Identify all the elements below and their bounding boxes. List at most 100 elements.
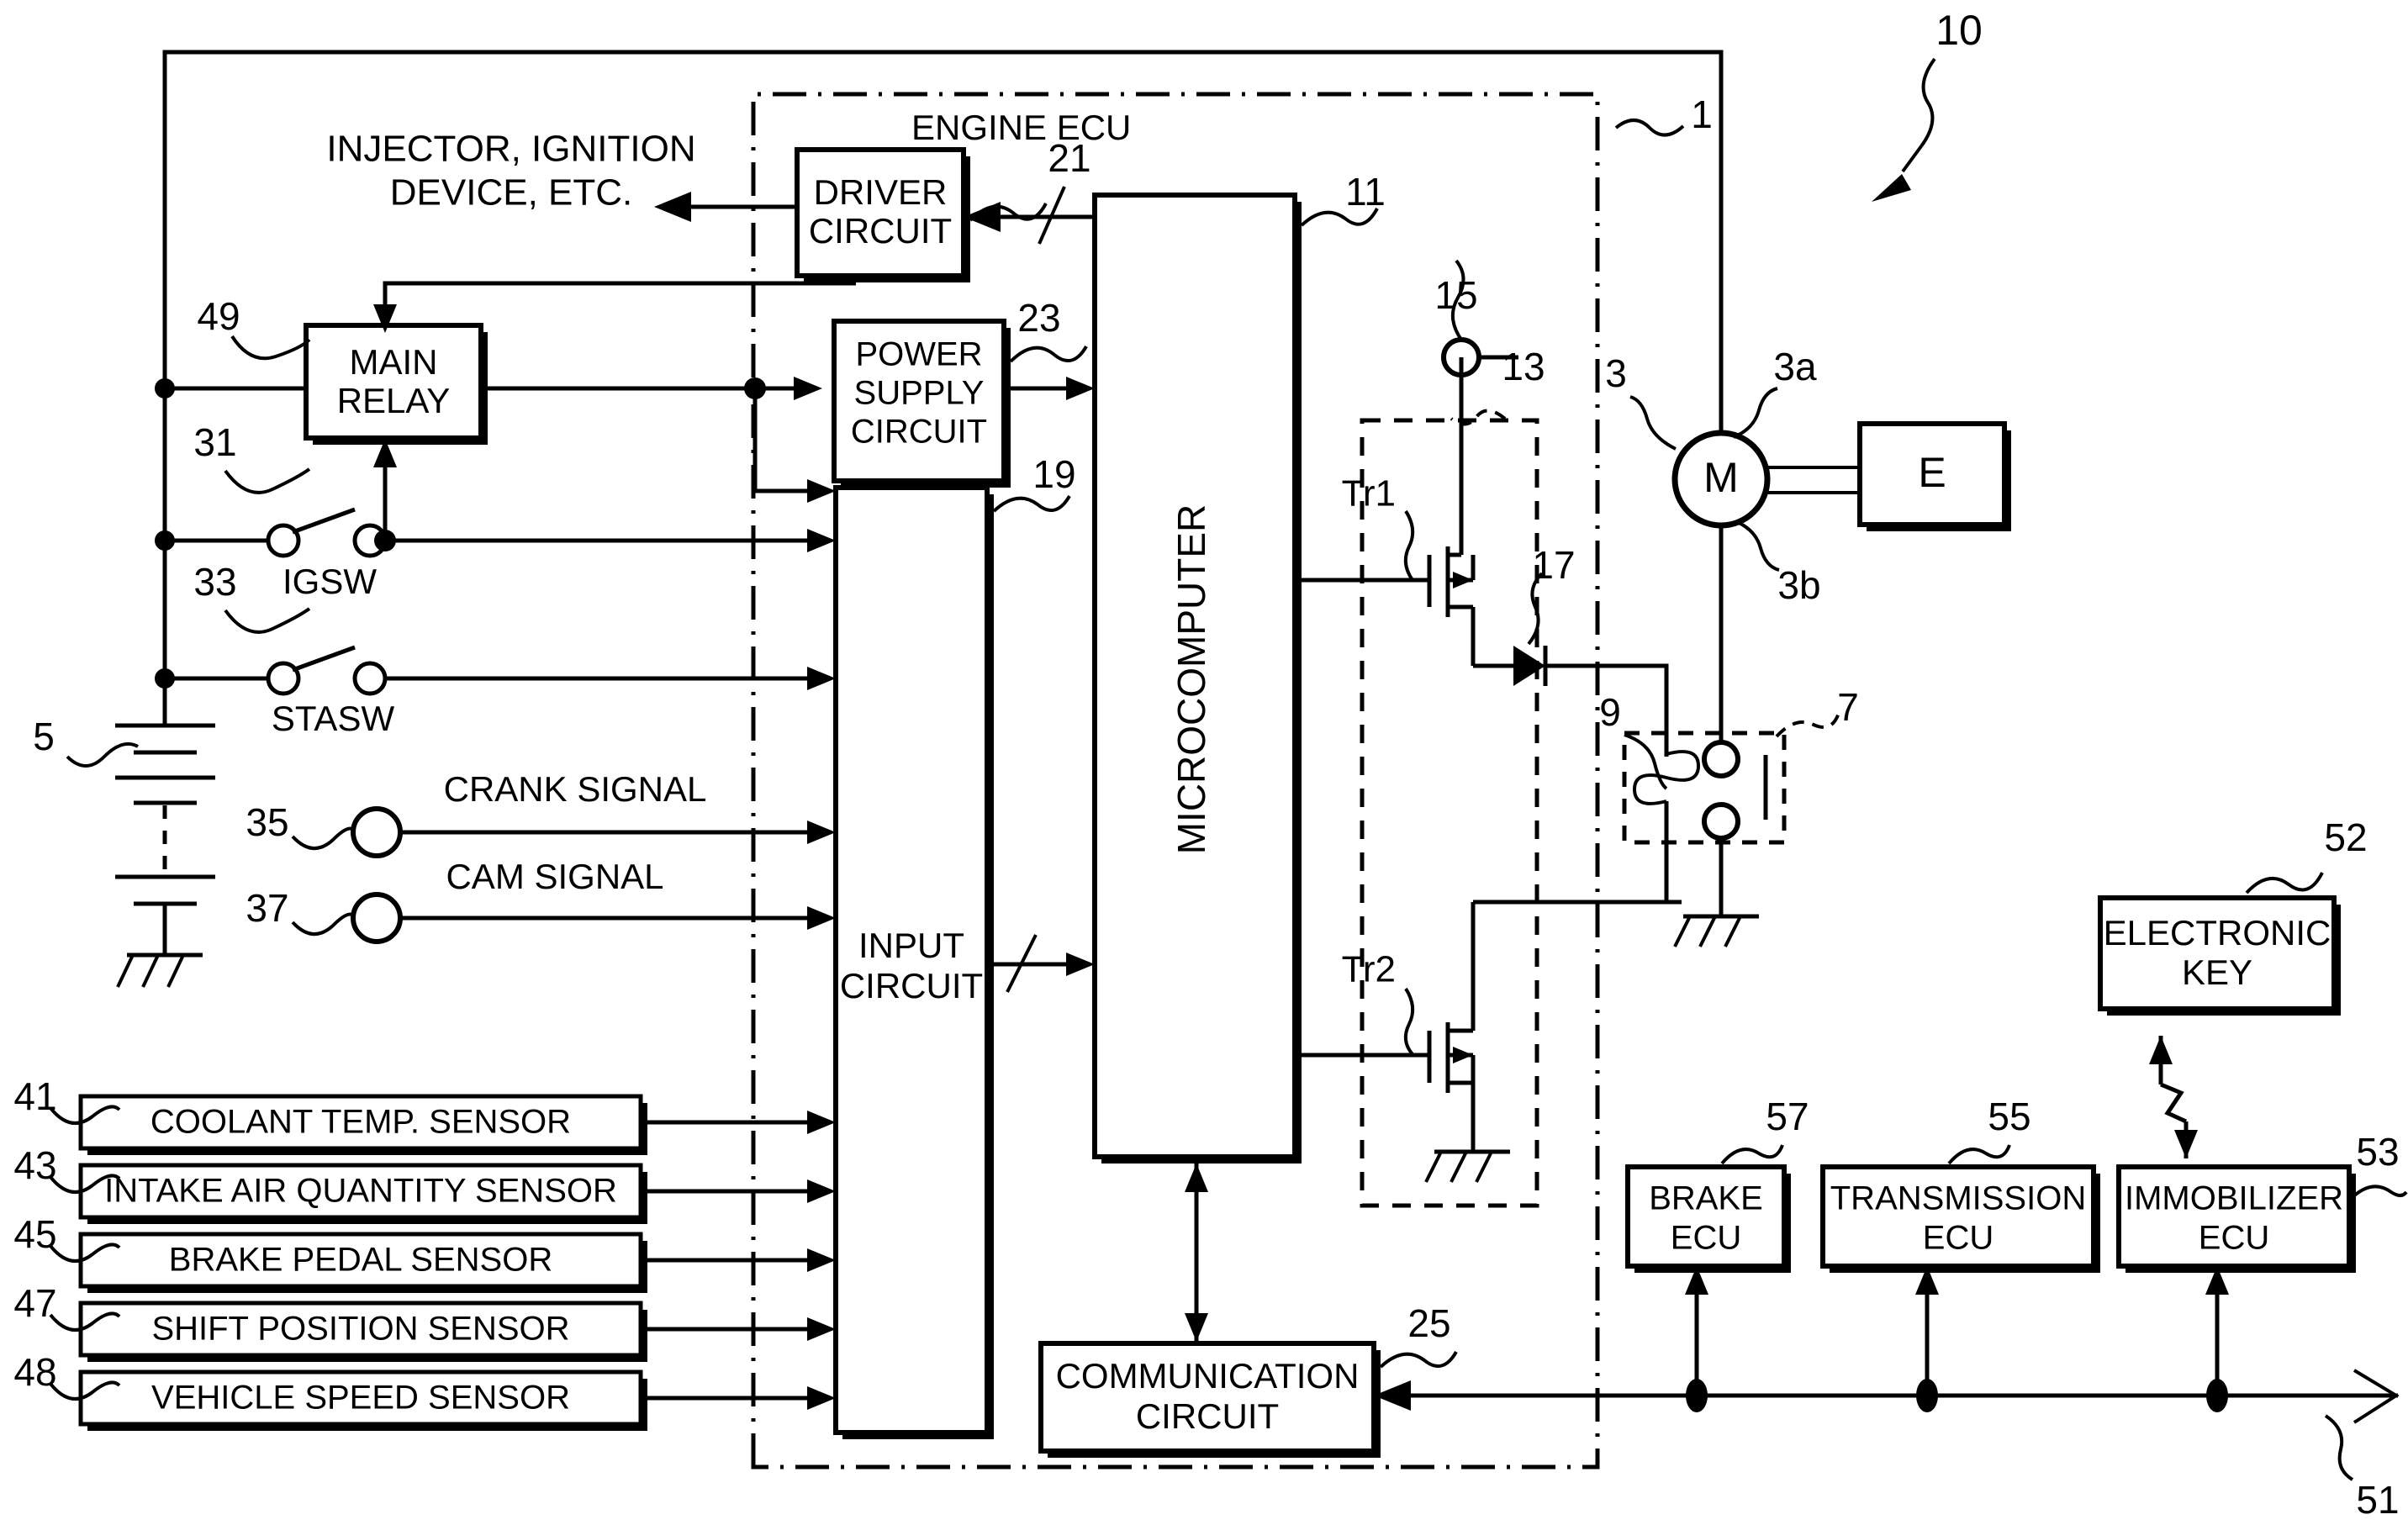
main-relay-ref-leader: [230, 335, 311, 361]
wire-node-to-input-circuit: [752, 388, 836, 503]
wire-bus-to-immobilizer-ecu: [2205, 1266, 2229, 1412]
sensor-ref-3: 47: [13, 1281, 56, 1325]
wire-micro-to-driver: [964, 186, 1095, 245]
sensor-ref-1: 43: [13, 1143, 56, 1187]
cam-sensor: [351, 892, 836, 944]
sensor-label-4: VEHICLE SPEED SENSOR: [151, 1380, 570, 1417]
wire-bus-to-communication: [1374, 1380, 2346, 1411]
motor-shaft: [1766, 466, 1860, 494]
motor-ref-leader: [1629, 395, 1677, 451]
ignition-switch[interactable]: [165, 507, 836, 558]
power-supply-ref: 23: [1017, 296, 1060, 340]
tr2-label: Tr2: [1342, 949, 1396, 990]
cam-ref: 37: [246, 886, 288, 930]
patent-figure-engine-ecu-block-diagram: ENGINE ECU 1 10 5 MAIN RELAY 49 IGSW 31 …: [0, 0, 2408, 1525]
driver-circuit-label-line1: DRIVER: [814, 172, 948, 212]
stasw-ref-leader: [224, 607, 311, 634]
starter-relay-ref-leader: [1775, 712, 1840, 738]
system-ref: 10: [1935, 7, 1983, 54]
power-supply-ref-leader: [1009, 345, 1088, 363]
power-supply-label-line2: SUPPLY: [854, 375, 985, 412]
motor-terminal-3a-ref: 3a: [1773, 345, 1817, 388]
transmission-ecu-ref: 55: [1988, 1095, 2030, 1138]
bus-ref-leader: [2324, 1414, 2354, 1481]
starter-relay-coil-9: [1632, 733, 1701, 902]
tr2-ref-leader: [1403, 987, 1415, 1056]
motor-terminal-3b-ref: 3b: [1777, 563, 1820, 607]
crank-signal-label: CRANK SIGNAL: [444, 769, 707, 809]
wire-power-supply-to-micro: [1004, 377, 1095, 400]
brake-ecu-ref-leader: [1720, 1144, 1784, 1165]
communication-bus: [2346, 1369, 2400, 1424]
tr1-ref-leader: [1403, 509, 1415, 582]
microcomputer-ref: 11: [1345, 170, 1386, 214]
wire-input-to-micro: [987, 934, 1095, 993]
transmission-ecu-label-line1: TRANSMISSION: [1830, 1180, 2086, 1217]
igsw-label: IGSW: [283, 562, 377, 601]
sensor-label-3: SHIFT POSITION SENSOR: [151, 1311, 569, 1348]
battery-ref-leader: [66, 742, 139, 768]
sensor-label-1: INTAKE AIR QUANTITY SENSOR: [104, 1173, 617, 1210]
wire-bus-to-transmission-ecu: [1915, 1266, 1939, 1412]
transmission-ecu-ref-leader: [1947, 1144, 2011, 1165]
motor-terminal-3a-leader: [1733, 387, 1778, 439]
starter-switch[interactable]: [165, 645, 836, 696]
input-circuit-ref: 19: [1032, 452, 1075, 496]
main-relay-ref: 49: [197, 294, 240, 338]
sensor-ref-0: 41: [13, 1074, 56, 1118]
transistor-tr1: [1427, 546, 1476, 666]
microcomputer-label: MICROCOMPUTER: [1170, 504, 1213, 855]
motor-label: M: [1703, 454, 1739, 501]
stasw-ref: 33: [193, 560, 236, 604]
relay-coil-ref-leader: [1624, 733, 1668, 790]
sensor-label-2: BRAKE PEDAL SENSOR: [169, 1242, 552, 1279]
engine-ecu-title: ENGINE ECU: [911, 108, 1131, 147]
cam-signal-label: CAM SIGNAL: [446, 857, 663, 896]
input-circuit-ref-leader: [992, 494, 1071, 513]
cam-ref-leader: [291, 912, 355, 936]
communication-circuit-label-line2: CIRCUIT: [1136, 1396, 1279, 1436]
engine-ecu-ref: 1: [1691, 92, 1713, 136]
igsw-ref-leader: [224, 467, 311, 494]
motor-terminal-3b-leader: [1735, 520, 1780, 572]
electronic-key-ref-leader: [2245, 872, 2324, 894]
sensor-ref-2: 45: [13, 1212, 56, 1256]
motor-ref: 3: [1605, 351, 1627, 395]
brake-ecu-label-line2: ECU: [1671, 1220, 1741, 1257]
terminal-15-number: 15: [1434, 273, 1477, 317]
input-circuit-label-line1: INPUT: [858, 926, 964, 965]
transistor-tr2: [1295, 902, 1510, 1183]
electronic-key-label-line1: ELECTRONIC: [2104, 913, 2331, 952]
engine-label: E: [1918, 449, 1946, 496]
main-relay-label-line1: MAIN: [350, 342, 438, 382]
battery-ref: 5: [33, 715, 55, 758]
brake-ecu-label-line1: BRAKE: [1649, 1180, 1763, 1217]
diode-17-ref: 17: [1532, 543, 1575, 587]
immobilizer-ecu-label-line1: IMMOBILIZER: [2125, 1180, 2343, 1217]
driver-circuit-ref: 21: [1048, 136, 1090, 180]
immobilizer-ecu-ref-leader: [2351, 1185, 2408, 1199]
system-ref-leader: [1872, 57, 1936, 202]
stasw-label: STASW: [272, 699, 395, 738]
igsw-ref: 31: [193, 420, 236, 464]
communication-circuit-ref: 25: [1407, 1301, 1450, 1345]
crank-sensor: [351, 806, 836, 858]
wire-driver-to-injector: [654, 192, 797, 222]
crank-ref: 35: [246, 800, 288, 844]
electronic-key-label-line2: KEY: [2182, 952, 2252, 992]
driver-circuit-label-line2: CIRCUIT: [809, 211, 952, 251]
immobilizer-ecu-label-line2: ECU: [2199, 1220, 2269, 1257]
power-supply-label-line3: CIRCUIT: [851, 414, 987, 451]
injector-label-line2: DEVICE, ETC.: [390, 172, 633, 214]
tr1-label: Tr1: [1342, 473, 1396, 514]
power-supply-label-line1: POWER: [855, 336, 982, 373]
communication-circuit-label-line1: COMMUNICATION: [1056, 1356, 1360, 1396]
sensor-ref-4: 48: [13, 1350, 56, 1394]
bus-ref: 51: [2356, 1478, 2399, 1522]
wire-micro-to-communication: [1185, 1164, 1208, 1342]
starter-relay-ref: 7: [1837, 685, 1859, 729]
crank-ref-leader: [291, 826, 355, 850]
wire-main-relay-to-power-supply: [481, 377, 822, 400]
injector-label-line1: INJECTOR, IGNITION: [326, 129, 695, 170]
communication-circuit-ref-leader: [1379, 1350, 1458, 1369]
